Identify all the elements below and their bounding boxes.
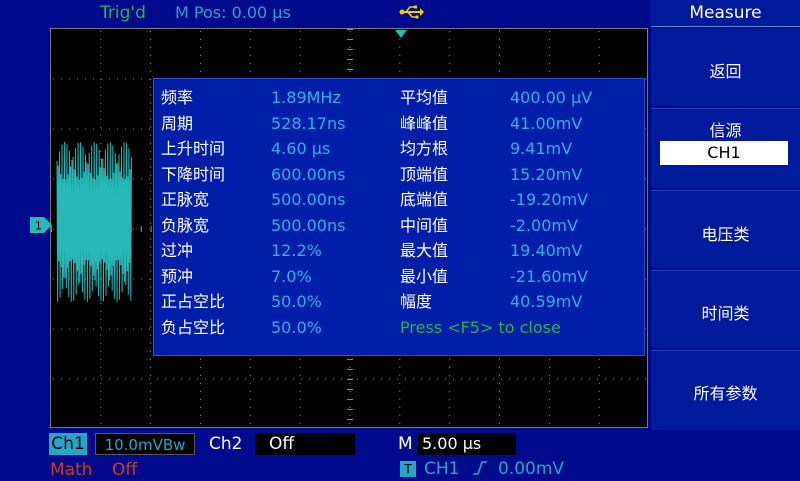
ch1-label[interactable]: Ch1 (49, 433, 87, 455)
measure-label: 均方根 (400, 139, 449, 158)
source-value[interactable]: CH1 (660, 141, 788, 165)
measure-value: 41.00mV (510, 113, 583, 133)
measure-label: 最小值 (400, 266, 449, 286)
math-status: Off (112, 460, 138, 480)
trigger-status: Trig'd (100, 3, 146, 23)
measure-label: 上升时间 (161, 139, 226, 158)
ch2-label[interactable]: Ch2 (209, 433, 242, 455)
ch2-scale: Off (255, 433, 355, 455)
measure-value: 500.00ns (271, 215, 346, 235)
timebase-value: 5.00 µs (418, 433, 516, 455)
measure-label: 正脉宽 (161, 190, 210, 209)
measure-label: 下降时间 (161, 164, 226, 184)
measure-label: 峰峰值 (400, 113, 449, 133)
menu-title: Measure (689, 3, 762, 23)
measure-label: 底端值 (400, 190, 449, 209)
measure-label: 预冲 (161, 266, 194, 286)
measure-label: 周期 (161, 113, 194, 133)
measure-label: 负脉宽 (161, 215, 210, 235)
measure-label: 频率 (161, 88, 194, 107)
measure-value: 15.20mV (510, 164, 583, 184)
rising-edge-icon (473, 461, 487, 475)
menu-header: Measure (651, 0, 800, 27)
measure-value: 19.40mV (510, 241, 583, 260)
measure-value: 500.00ns (271, 190, 346, 209)
measure-value: 528.17ns (271, 113, 346, 133)
measure-value: 50.0% (271, 317, 322, 337)
trigger-level: 0.00mV (498, 459, 565, 479)
measure-value: -21.60mV (510, 266, 589, 286)
timebase-label: M (398, 434, 413, 454)
channel-1-marker-icon: 1 (30, 217, 52, 233)
waveform-trace (56, 141, 132, 303)
ch1-scale: 10.0mVBw (95, 433, 195, 455)
svg-text:1: 1 (35, 219, 42, 233)
measurement-panel: 频率 1.89MHz 周期 528.17ns 上升时间 4.60 µs 下降时间 600.00… (153, 78, 645, 356)
measure-label: 正占空比 (161, 292, 226, 311)
usb-icon (399, 5, 424, 19)
measure-label: 最大值 (400, 241, 449, 260)
voltage-measure-button[interactable]: 电压类 (651, 190, 800, 268)
time-measure-button[interactable]: 时间类 (651, 270, 800, 348)
measure-value: -19.20mV (510, 190, 589, 209)
back-button[interactable]: 返回 (651, 28, 800, 106)
measure-label: 负占空比 (161, 317, 226, 337)
measure-label: 过冲 (161, 241, 194, 260)
measure-value: 4.60 µs (271, 139, 331, 158)
measure-value: 1.89MHz (271, 88, 341, 107)
measure-value: -2.00mV (510, 215, 578, 235)
math-label[interactable]: Math (50, 459, 93, 481)
trigger-position-marker-icon (395, 30, 407, 38)
trigger-source: CH1 (424, 459, 460, 479)
all-params-button[interactable]: 所有参数 (651, 350, 800, 430)
measure-value: 400.00 µV (510, 88, 593, 107)
m-pos-readout: M Pos: 0.00 µs (175, 3, 291, 22)
measure-value: 600.00ns (271, 164, 346, 184)
measure-value: 40.59mV (510, 292, 583, 311)
measure-label: 平均值 (400, 88, 449, 107)
measure-value: 12.2% (271, 241, 322, 260)
trigger-badge: T (400, 461, 416, 477)
close-hint: Press <F5> to close (400, 317, 561, 337)
measure-value: 50.0% (271, 292, 322, 311)
measure-label: 幅度 (400, 292, 433, 311)
source-label: 信源 (709, 121, 742, 140)
measure-value: 7.0% (271, 266, 312, 286)
measure-label: 顶端值 (400, 164, 449, 184)
measure-value: 9.41mV (510, 139, 573, 158)
measure-label: 中间值 (400, 215, 449, 235)
